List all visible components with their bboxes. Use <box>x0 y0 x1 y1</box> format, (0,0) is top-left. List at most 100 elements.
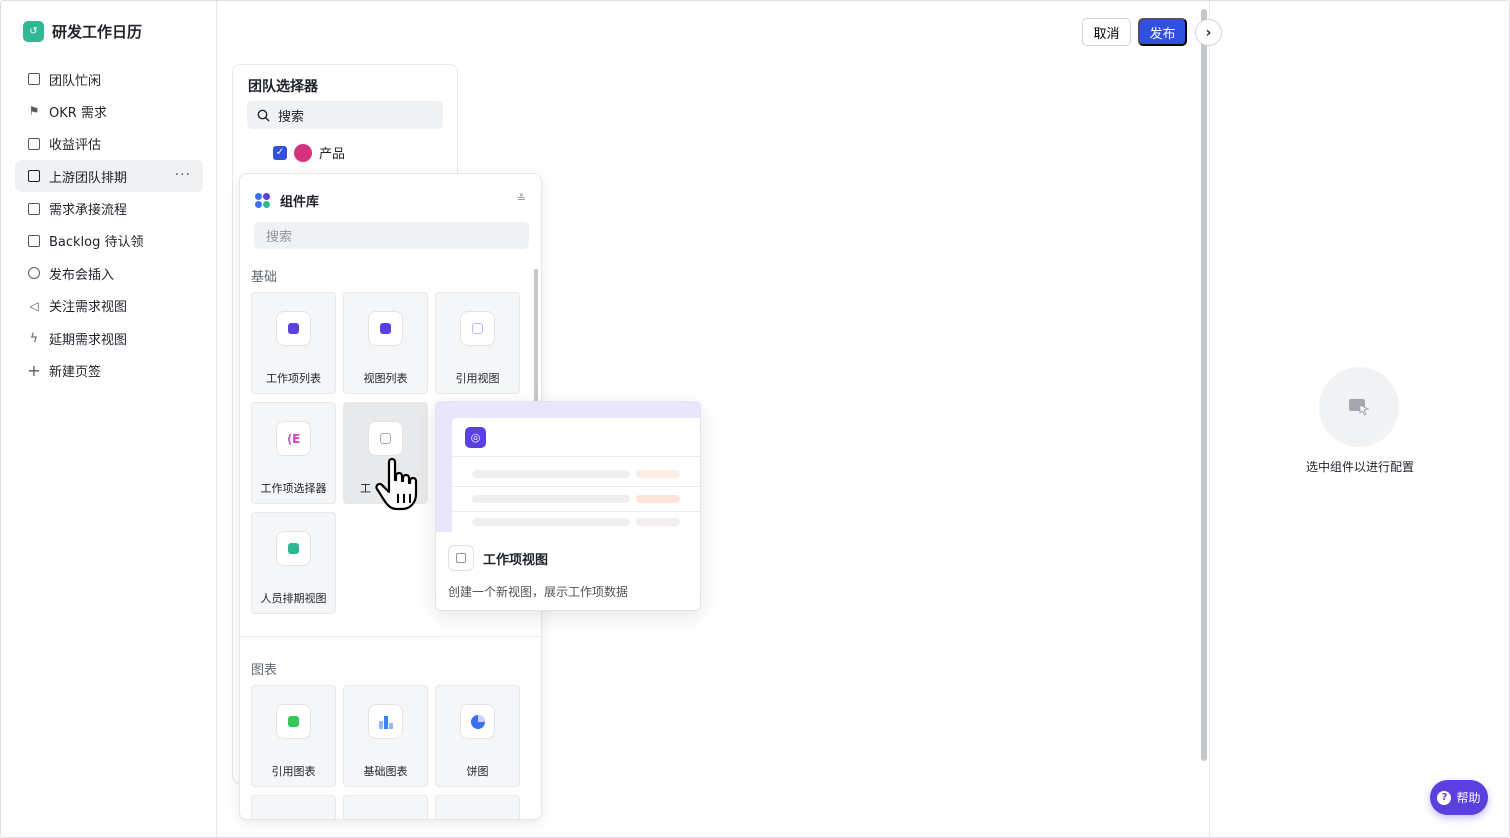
preview-divider <box>452 511 700 512</box>
sidebar-item-label: 需求承接流程 <box>49 203 128 219</box>
sidebar-nav: 团队忙闲 ⚑ OKR 需求 收益评估 上游团队排期 ··· 需求承接流程 Bac… <box>15 63 203 387</box>
app-logo-icon: ↺ <box>23 21 44 42</box>
team-option-label: 产品 <box>319 147 346 162</box>
app-title: 研发工作日历 <box>52 23 143 41</box>
team-selector-title: 团队选择器 <box>248 79 318 95</box>
sidebar-item-label: 新建页签 <box>49 365 102 381</box>
sidebar-item-label: 上游团队排期 <box>49 170 128 186</box>
cancel-button[interactable]: 取消 <box>1082 18 1131 46</box>
component-library-icon <box>255 192 271 209</box>
component-tile-work-item-selector[interactable]: ⟨E 工作项选择器 <box>251 402 336 504</box>
expand-panel-button[interactable]: › <box>1195 19 1222 46</box>
flag-icon: ⚑ <box>28 104 40 119</box>
check-circle-icon: ◎ <box>465 427 486 448</box>
section-label-charts: 图表 <box>251 663 278 678</box>
tile-label: 引用图表 <box>271 765 316 778</box>
component-tile-view-list[interactable]: 视图列表 <box>343 292 428 394</box>
work-item-list-icon <box>276 311 311 346</box>
sidebar-item-label: 延期需求视图 <box>49 332 128 348</box>
component-tile[interactable] <box>435 795 520 819</box>
select-component-icon <box>1319 367 1399 447</box>
team-search-placeholder: 搜索 <box>278 109 305 125</box>
bar-chart-icon <box>368 704 403 739</box>
reference-chart-icon <box>276 704 311 739</box>
preview-divider <box>452 456 700 457</box>
help-button[interactable]: ? 帮助 <box>1430 780 1488 815</box>
component-tile[interactable] <box>343 795 428 819</box>
work-item-view-icon <box>368 421 403 456</box>
component-search-input[interactable]: 搜索 <box>254 222 529 249</box>
question-icon: ? <box>1437 790 1452 805</box>
component-library-scrollbar[interactable] <box>534 269 538 404</box>
hand-cursor-icon <box>375 457 418 511</box>
pie-chart-icon <box>460 704 495 739</box>
chevron-right-icon: › <box>1205 24 1212 41</box>
sidebar-item-upstream-schedule[interactable]: 上游团队排期 ··· <box>15 160 203 193</box>
sidebar-item-launch[interactable]: 发布会插入 <box>15 257 203 289</box>
team-option[interactable]: ✓ 产品 <box>273 143 345 162</box>
component-preview-tooltip: ◎ 工作项视图 创建一个新视图，展示工作项数据 <box>435 401 701 611</box>
work-item-selector-icon: ⟨E <box>276 421 311 456</box>
reference-view-icon <box>460 311 495 346</box>
tile-label: 基础图表 <box>363 765 408 778</box>
publish-button[interactable]: 发布 <box>1138 18 1187 46</box>
section-label-basic: 基础 <box>251 270 278 285</box>
preview-placeholder-bar <box>636 518 680 526</box>
tile-label: 人员排期视图 <box>260 592 327 605</box>
people-schedule-icon <box>276 531 311 566</box>
sidebar-item-okr[interactable]: ⚑ OKR 需求 <box>15 95 203 127</box>
sidebar-item-followed[interactable]: ◁ 关注需求视图 <box>15 290 203 322</box>
config-empty-text: 选中组件以进行配置 <box>1305 460 1414 474</box>
sidebar-item-new-tab[interactable]: + 新建页签 <box>15 355 203 387</box>
sidebar-item-label: 团队忙闲 <box>49 73 102 89</box>
upload-icon <box>27 266 41 280</box>
component-tile-basic-chart[interactable]: 基础图表 <box>343 685 428 787</box>
tile-label: 视图列表 <box>363 372 408 385</box>
component-library-header: 组件库 <box>255 191 319 210</box>
component-tile-reference-chart[interactable]: 引用图表 <box>251 685 336 787</box>
canvas-scrollbar[interactable] <box>1201 9 1207 761</box>
tile-label: 工作项列表 <box>266 372 321 385</box>
lightning-icon: ϟ <box>30 331 38 346</box>
help-label: 帮助 <box>1456 791 1481 805</box>
component-tile[interactable] <box>251 795 336 819</box>
work-item-view-icon <box>448 545 474 571</box>
app-window: ↺ 研发工作日历 团队忙闲 ⚑ OKR 需求 收益评估 上游团队排期 ··· 需… <box>0 0 1510 838</box>
sidebar-item-benefit[interactable]: 收益评估 <box>15 128 203 160</box>
component-tile-reference-view[interactable]: 引用视图 <box>435 292 520 394</box>
component-tile-pie-chart[interactable]: 饼图 <box>435 685 520 787</box>
collapse-icon[interactable]: ≚ <box>517 192 526 205</box>
plus-icon: + <box>27 361 41 381</box>
sidebar-item-backlog[interactable]: Backlog 待认领 <box>15 225 203 257</box>
component-tile-work-item-list[interactable]: 工作项列表 <box>251 292 336 394</box>
app-header: ↺ 研发工作日历 <box>23 21 142 42</box>
preview-placeholder-bar <box>472 495 630 503</box>
sidebar-item-label: 收益评估 <box>49 138 102 154</box>
preview-title: 工作项视图 <box>483 552 549 568</box>
tile-label: 引用视图 <box>455 372 500 385</box>
doc-icon <box>27 137 41 151</box>
preview-placeholder-bar <box>472 470 630 478</box>
sidebar-item-delayed[interactable]: ϟ 延期需求视图 <box>15 322 203 354</box>
component-tile-people-schedule[interactable]: 人员排期视图 <box>251 512 336 614</box>
preview-thumbnail: ◎ <box>436 402 700 532</box>
sidebar-item-label: Backlog 待认领 <box>49 235 144 251</box>
search-icon <box>257 109 270 121</box>
team-search-input[interactable]: 搜索 <box>247 101 443 129</box>
preview-description: 创建一个新视图，展示工作项数据 <box>448 585 629 599</box>
sidebar-item-label: 发布会插入 <box>49 267 115 283</box>
more-options-icon[interactable]: ··· <box>175 167 191 183</box>
preview-placeholder-bar <box>472 518 630 526</box>
preview-placeholder-bar <box>636 495 680 503</box>
team-avatar <box>294 143 312 162</box>
section-divider <box>240 636 541 637</box>
view-list-icon <box>368 311 403 346</box>
checkbox-checked-icon[interactable]: ✓ <box>273 145 287 160</box>
preview-sheet: ◎ <box>452 418 700 532</box>
component-library-title: 组件库 <box>280 195 320 210</box>
list-icon <box>27 169 41 183</box>
sidebar-item-intake-flow[interactable]: 需求承接流程 <box>15 193 203 225</box>
sidebar-item-team-busy[interactable]: 团队忙闲 <box>15 63 203 95</box>
megaphone-icon: ◁ <box>29 298 39 313</box>
sidebar-item-label: OKR 需求 <box>49 105 107 121</box>
